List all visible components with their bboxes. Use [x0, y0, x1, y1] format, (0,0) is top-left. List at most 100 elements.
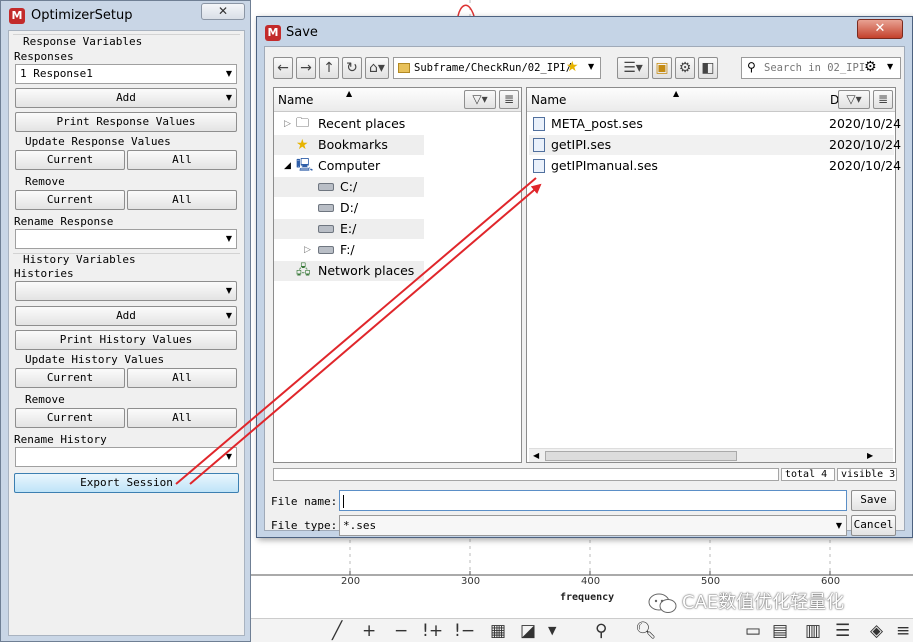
window-stack-icon[interactable]: ◪ — [520, 621, 536, 641]
place-computer[interactable]: ◢ 🖳 Computer — [274, 156, 424, 176]
chevron-down-icon: ▼ — [225, 452, 232, 461]
close-button[interactable]: ✕ — [201, 3, 245, 20]
scrollbar-thumb[interactable] — [545, 451, 737, 461]
minus-icon[interactable]: − — [394, 621, 408, 641]
drive-label: C:/ — [340, 179, 358, 194]
file-row[interactable]: META_post.ses 2020/10/24 — [529, 114, 901, 134]
drive-label: E:/ — [340, 221, 357, 236]
filter-button[interactable]: ▽▾ — [464, 90, 496, 109]
place-network[interactable]: 🖧 Network places — [274, 261, 424, 281]
columns-button[interactable]: ≣ — [873, 90, 893, 109]
x-tick-label: 200 — [341, 576, 361, 587]
bookmark-star-icon[interactable]: ★ — [566, 59, 579, 75]
update-response-all-button[interactable]: All — [127, 150, 237, 170]
filter-button[interactable]: ▽▾ — [838, 90, 870, 109]
settings-button[interactable]: ⚙ — [675, 57, 695, 79]
remove-history-all-button[interactable]: All — [127, 408, 237, 428]
columns-button[interactable]: ≣ — [499, 90, 519, 109]
table-icon[interactable]: ▥ — [805, 621, 821, 641]
x-tick-label: 600 — [821, 576, 841, 587]
remove-response-current-button[interactable]: Current — [15, 190, 125, 210]
file-type-select[interactable]: *.ses ▼ — [339, 515, 847, 536]
place-bookmarks[interactable]: ★ Bookmarks — [274, 135, 424, 155]
chevron-down-icon[interactable]: ▼ — [887, 62, 893, 71]
up-button[interactable]: ↑ — [319, 57, 339, 79]
filter-icon: ▽▾ — [472, 92, 488, 106]
menu-icon[interactable]: ≡ — [896, 621, 910, 641]
title-bar[interactable]: M Save ✕ — [257, 17, 912, 47]
back-button[interactable]: ← — [273, 57, 293, 79]
update-response-current-button[interactable]: Current — [15, 150, 125, 170]
forward-button[interactable]: → — [296, 57, 316, 79]
chevron-down-icon: ▼ — [835, 521, 842, 530]
rename-response-select[interactable]: ▼ — [15, 229, 237, 249]
export-session-button[interactable]: Export Session — [14, 473, 239, 493]
drive-icon — [318, 183, 334, 191]
save-button[interactable]: Save — [851, 490, 896, 511]
drive-f[interactable]: ▷ F:/ — [274, 240, 424, 260]
line-tool-icon[interactable]: ╱ — [332, 621, 342, 641]
search-placeholder: Search in 02_IPI — [764, 62, 866, 74]
file-name-label: File name: — [271, 495, 338, 508]
preview-pane-button[interactable]: ◧ — [698, 57, 718, 79]
drive-c[interactable]: C:/ — [274, 177, 424, 197]
add-icon[interactable]: + — [362, 621, 376, 641]
arrow-right-icon: → — [300, 60, 312, 76]
home-button[interactable]: ⌂▾ — [365, 57, 389, 79]
document-icon[interactable]: ▤ — [772, 621, 788, 641]
remove-history-current-button[interactable]: Current — [15, 408, 125, 428]
drive-e[interactable]: E:/ — [274, 219, 424, 239]
gear-icon[interactable]: ⚙ — [864, 59, 877, 75]
place-recent[interactable]: ▷ 🗀 Recent places — [274, 114, 424, 134]
search-icon[interactable]: 🔍︎ — [635, 621, 657, 641]
refresh-button[interactable]: ↻ — [342, 57, 362, 79]
view-mode-button[interactable]: ☰▾ — [617, 57, 649, 79]
update-history-all-button[interactable]: All — [127, 368, 237, 388]
folder-icon — [398, 63, 410, 73]
paint-icon[interactable]: ◈ — [870, 621, 883, 641]
cancel-button[interactable]: Cancel — [851, 515, 896, 536]
response-variables-heading: Response Variables — [23, 35, 143, 48]
rename-history-select[interactable]: ▼ — [15, 447, 237, 467]
window-icon[interactable]: ▭ — [745, 621, 761, 641]
network-icon: 🖧 — [296, 263, 311, 278]
print-history-values-button[interactable]: Print History Values — [15, 330, 237, 350]
remove-response-all-button[interactable]: All — [127, 190, 237, 210]
title-bar[interactable]: M OptimizerSetup ✕ — [1, 1, 250, 31]
files-name-column[interactable]: Name — [531, 93, 566, 107]
file-row[interactable]: getIPI.ses 2020/10/24 — [529, 135, 901, 155]
zoom-icon[interactable]: ⚲ — [595, 621, 607, 641]
search-input[interactable]: ⚲ Search in 02_IPI ⚙ ▼ — [741, 57, 901, 79]
file-date: 2020/10/24 — [829, 158, 902, 173]
path-combobox[interactable]: Subframe/CheckRun/02_IPI/ ★ ▼ — [393, 57, 601, 79]
list-view-icon: ☰▾ — [623, 60, 643, 76]
close-button[interactable]: ✕ — [857, 19, 903, 39]
add-history-button[interactable]: Add — [15, 306, 237, 326]
grid-layout-icon[interactable]: ▦ — [490, 621, 506, 641]
update-history-current-button[interactable]: Current — [15, 368, 125, 388]
scroll-left-icon[interactable]: ◀ — [533, 449, 539, 463]
remove-marker-icon[interactable]: !− — [454, 621, 475, 641]
script-file-icon — [533, 138, 545, 152]
responses-select[interactable]: 1 Response1 ▼ — [15, 64, 237, 84]
new-folder-button[interactable]: ▣ — [652, 57, 672, 79]
add-response-button[interactable]: Add — [15, 88, 237, 108]
drive-d[interactable]: D:/ — [274, 198, 424, 218]
file-name-input[interactable] — [339, 490, 847, 511]
list-icon[interactable]: ☰ — [835, 621, 850, 641]
horizontal-scrollbar[interactable]: ◀ ▶ — [529, 448, 893, 462]
histories-label: Histories — [14, 267, 74, 280]
sort-up-icon: ▲ — [673, 89, 680, 98]
save-dialog: M Save ✕ ← → ↑ ↻ ⌂▾ Subframe/CheckRun/02… — [256, 16, 913, 538]
chevron-down-icon[interactable]: ▼ — [588, 62, 594, 71]
file-row[interactable]: getIPImanual.ses 2020/10/24 — [529, 156, 901, 176]
add-marker-icon[interactable]: !+ — [422, 621, 443, 641]
gear-icon: ⚙ — [678, 60, 692, 76]
chevron-down-icon[interactable]: ▼ — [548, 621, 556, 641]
histories-select[interactable] — [15, 281, 237, 301]
print-response-values-button[interactable]: Print Response Values — [15, 112, 237, 132]
places-name-column[interactable]: Name — [278, 93, 313, 107]
status-bar — [273, 468, 779, 481]
plot-toolbar: ╱ + − !+ !− ▦ ◪ ▼ ⚲ 🔍︎ ▭ ▤ ▥ ☰ ◈ ≡ — [250, 618, 913, 642]
scroll-right-icon[interactable]: ▶ — [867, 449, 873, 463]
